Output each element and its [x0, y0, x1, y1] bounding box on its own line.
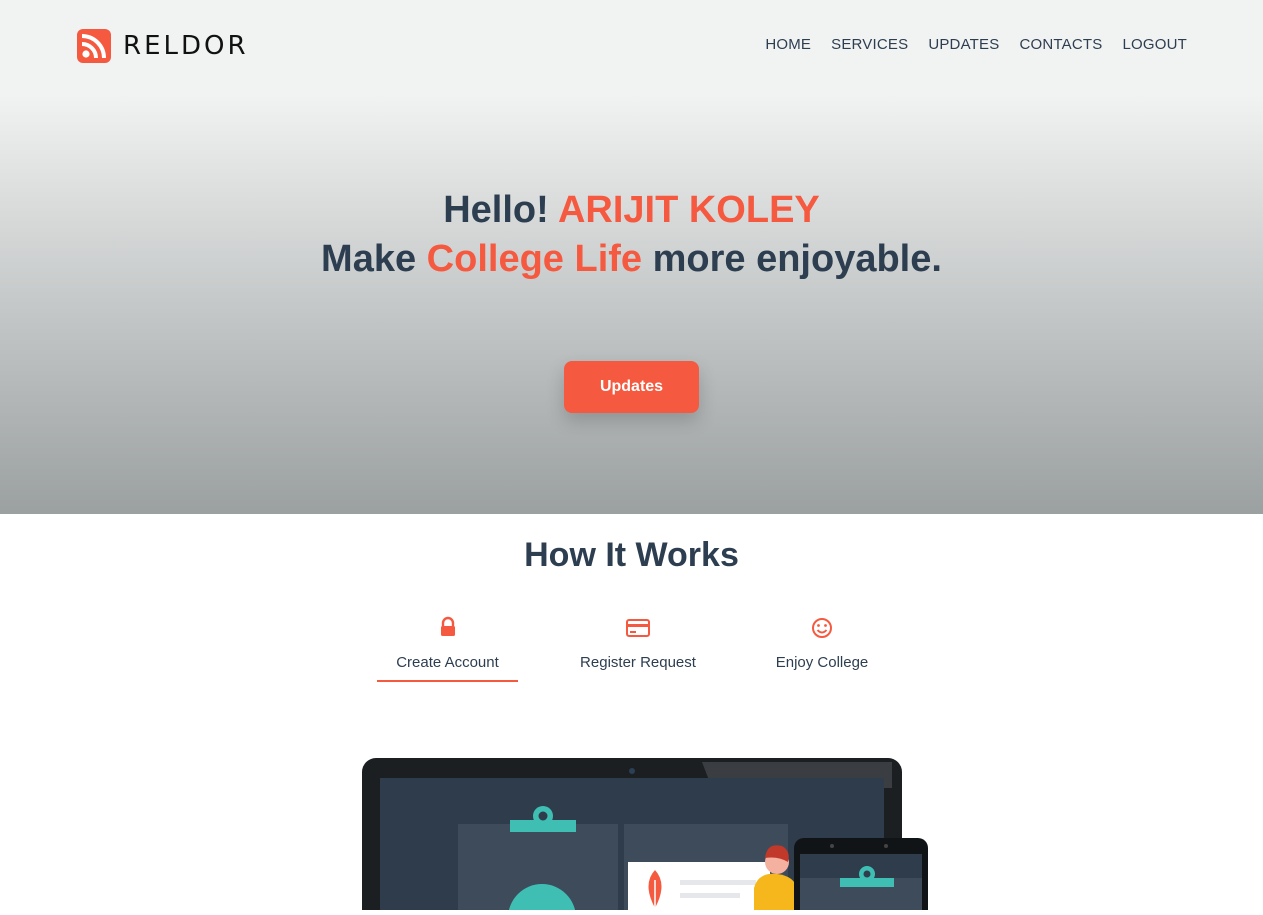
tagline: Make College Life more enjoyable.: [0, 235, 1263, 284]
tagline-start: Make: [321, 238, 417, 280]
rss-icon: [77, 29, 111, 63]
greeting-line: Hello! ARIJIT KOLEY: [0, 186, 1263, 235]
tab-label: Register Request: [580, 654, 696, 671]
logo[interactable]: RELDOR: [77, 29, 249, 63]
greeting-text: Hello!: [443, 189, 549, 231]
nav-logout[interactable]: LOGOUT: [1122, 36, 1187, 53]
tagline-accent: College Life: [426, 238, 643, 280]
tab-register-request[interactable]: Register Request: [568, 614, 708, 671]
nav-updates[interactable]: UPDATES: [928, 36, 999, 53]
updates-button[interactable]: Updates: [564, 361, 699, 413]
tagline-end: more enjoyable.: [652, 238, 942, 280]
active-tab-indicator: [377, 680, 518, 682]
brand-name: RELDOR: [123, 31, 249, 61]
tab-create-account[interactable]: Create Account: [377, 614, 518, 682]
lock-icon: [377, 614, 518, 642]
how-it-works-title: How It Works: [524, 536, 739, 574]
devices-illustration: [362, 758, 932, 915]
smiley-icon: [762, 614, 882, 642]
main-nav: HOME SERVICES UPDATES CONTACTS LOGOUT: [745, 36, 1187, 53]
nav-home[interactable]: HOME: [765, 36, 811, 53]
hero-section: RELDOR HOME SERVICES UPDATES CONTACTS LO…: [0, 0, 1263, 514]
tab-label: Enjoy College: [775, 654, 869, 671]
nav-contacts[interactable]: CONTACTS: [1019, 36, 1102, 53]
tab-label: Create Account: [396, 654, 499, 671]
tab-enjoy-college[interactable]: Enjoy College: [762, 614, 882, 671]
credit-card-icon: [568, 614, 708, 642]
nav-services[interactable]: SERVICES: [831, 36, 908, 53]
user-name: ARIJIT KOLEY: [557, 189, 820, 231]
